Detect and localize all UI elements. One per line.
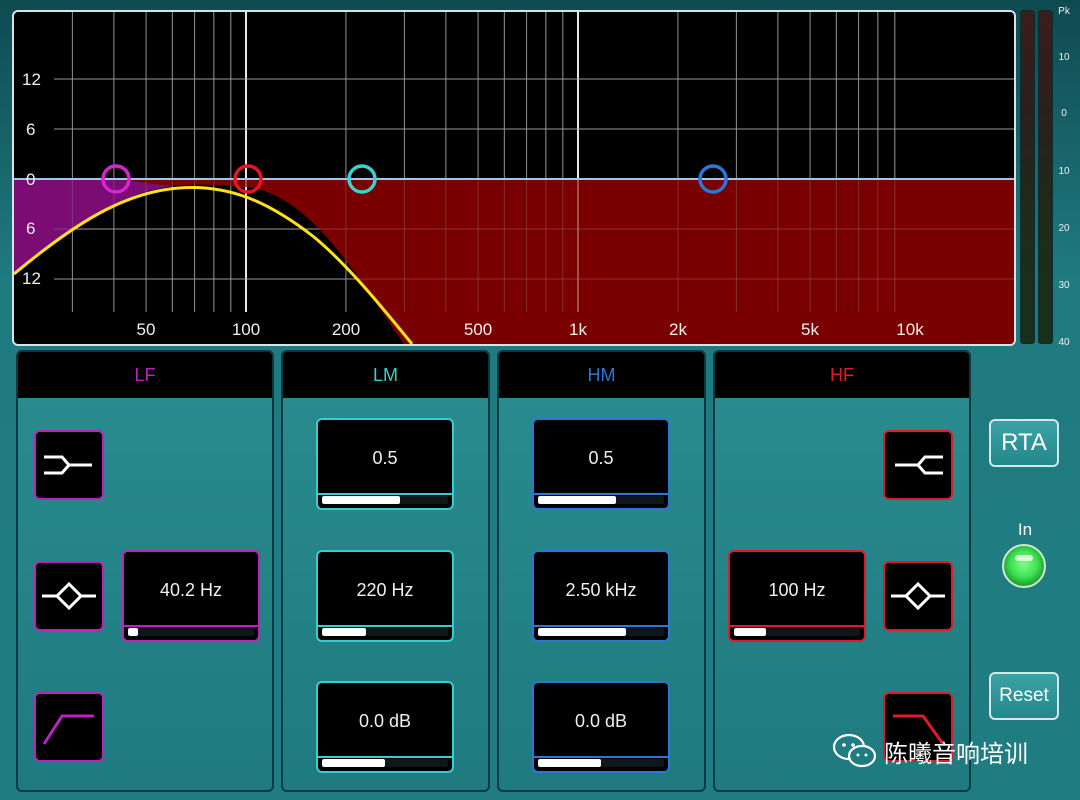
lpf-shape-icon — [895, 455, 943, 475]
meter-label-20: 20 — [1058, 223, 1070, 234]
meter-label-10: 10 — [1058, 166, 1070, 177]
meter-bar-left — [1020, 10, 1035, 344]
lf-freq-fill — [128, 628, 139, 636]
x-label-5k: 5k — [801, 320, 819, 339]
eq-graph-canvas[interactable]: 12 6 0 6 12 50 100 200 500 1k 2k 5k 10k — [14, 12, 1014, 344]
y-label-12-bottom: 12 — [22, 269, 41, 288]
hf-freq-value: 100 Hz — [768, 580, 826, 600]
lm-freq-fill — [322, 628, 367, 636]
lm-q-slider[interactable] — [322, 496, 448, 504]
hpf-shape-icon — [44, 455, 92, 475]
hm-q-value: 0.5 — [588, 448, 614, 468]
hf-band-panel: HF 100 Hz — [713, 350, 971, 792]
lf-bell-button[interactable] — [34, 561, 104, 631]
lf-freq-divider — [124, 625, 258, 627]
x-label-200: 200 — [332, 320, 360, 339]
lm-freq-value: 220 Hz — [356, 580, 414, 600]
eq-in-toggle[interactable] — [1002, 544, 1046, 588]
hf-fill-region — [14, 179, 1014, 344]
hm-q-control[interactable]: 0.5 — [532, 418, 670, 510]
lm-gain-value: 0.0 dB — [358, 711, 412, 731]
lm-q-divider — [318, 493, 452, 495]
y-label-12-top: 12 — [22, 70, 41, 89]
lm-freq-divider — [318, 625, 452, 627]
lm-q-value: 0.5 — [372, 448, 398, 468]
y-label-0: 0 — [26, 170, 35, 189]
lm-band-panel: LM 0.5 220 Hz 0.0 dB — [281, 350, 490, 792]
meter-label-10-top: 10 — [1058, 52, 1070, 63]
hm-gain-divider — [534, 756, 668, 758]
lm-gain-fill — [322, 759, 385, 767]
lm-band-title: LM — [283, 352, 488, 398]
meter-label-40: 40 — [1058, 337, 1070, 348]
rta-button[interactable]: RTA — [989, 419, 1059, 467]
in-label: In — [1017, 520, 1033, 539]
hm-freq-control[interactable]: 2.50 kHz — [532, 550, 670, 642]
x-label-50: 50 — [137, 320, 156, 339]
watermark: 陈曦音响培训 — [832, 733, 1028, 769]
y-label-6-bottom: 6 — [26, 219, 35, 238]
reset-button[interactable]: Reset — [989, 672, 1059, 720]
in-led-slot — [1015, 555, 1033, 561]
lm-freq-control[interactable]: 220 Hz — [316, 550, 454, 642]
meter-label-30: 30 — [1058, 280, 1070, 291]
hm-freq-fill — [538, 628, 627, 636]
hf-band-title: HF — [715, 352, 969, 398]
low-cut-icon — [42, 714, 94, 745]
x-label-2k: 2k — [669, 320, 687, 339]
x-label-100: 100 — [232, 320, 260, 339]
lf-freq-control[interactable]: 40.2 Hz — [122, 550, 260, 642]
hf-freq-divider — [730, 625, 864, 627]
meter-label-0: 0 — [1061, 108, 1067, 119]
lf-freq-value: 40.2 Hz — [159, 580, 223, 600]
hf-freq-control[interactable]: 100 Hz — [728, 550, 866, 642]
level-meter: Pk 10 0 10 20 30 40 — [1016, 6, 1078, 348]
lf-band-panel: LF 40.2 Hz — [16, 350, 274, 792]
lm-q-control[interactable]: 0.5 — [316, 418, 454, 510]
hm-band-panel: HM 0.5 2.50 kHz 0.0 dB — [497, 350, 706, 792]
bell-shape-icon — [42, 581, 96, 611]
hf-freq-slider[interactable] — [734, 628, 860, 636]
hm-gain-control[interactable]: 0.0 dB — [532, 681, 670, 773]
bell-shape-icon — [891, 581, 945, 611]
lf-hpf-button[interactable] — [34, 430, 104, 500]
wechat-icon — [832, 733, 877, 768]
hm-q-slider[interactable] — [538, 496, 664, 504]
x-label-1k: 1k — [569, 320, 587, 339]
meter-label-pk: Pk — [1058, 6, 1070, 17]
lm-freq-slider[interactable] — [322, 628, 448, 636]
hm-band-title: HM — [499, 352, 704, 398]
hm-freq-divider — [534, 625, 668, 627]
lf-band-title: LF — [18, 352, 272, 398]
hf-lpf-button[interactable] — [883, 430, 953, 500]
y-label-6-top: 6 — [26, 120, 35, 139]
hm-gain-slider[interactable] — [538, 759, 664, 767]
hf-bell-button[interactable] — [883, 561, 953, 631]
lf-freq-slider[interactable] — [128, 628, 254, 636]
lm-gain-divider — [318, 756, 452, 758]
hm-q-fill — [538, 496, 617, 504]
hm-freq-value: 2.50 kHz — [565, 580, 637, 600]
meter-bar-right — [1038, 10, 1053, 344]
lm-q-fill — [322, 496, 401, 504]
x-label-10k: 10k — [896, 320, 924, 339]
hm-gain-value: 0.0 dB — [574, 711, 628, 731]
lm-gain-control[interactable]: 0.0 dB — [316, 681, 454, 773]
hm-freq-slider[interactable] — [538, 628, 664, 636]
hf-freq-fill — [734, 628, 766, 636]
hm-q-divider — [534, 493, 668, 495]
lf-low-cut-button[interactable] — [34, 692, 104, 762]
hm-gain-fill — [538, 759, 601, 767]
x-label-500: 500 — [464, 320, 492, 339]
watermark-text: 陈曦音响培训 — [884, 739, 1028, 768]
lm-gain-slider[interactable] — [322, 759, 448, 767]
eq-graph[interactable]: 12 6 0 6 12 50 100 200 500 1k 2k 5k 10k — [12, 10, 1016, 346]
